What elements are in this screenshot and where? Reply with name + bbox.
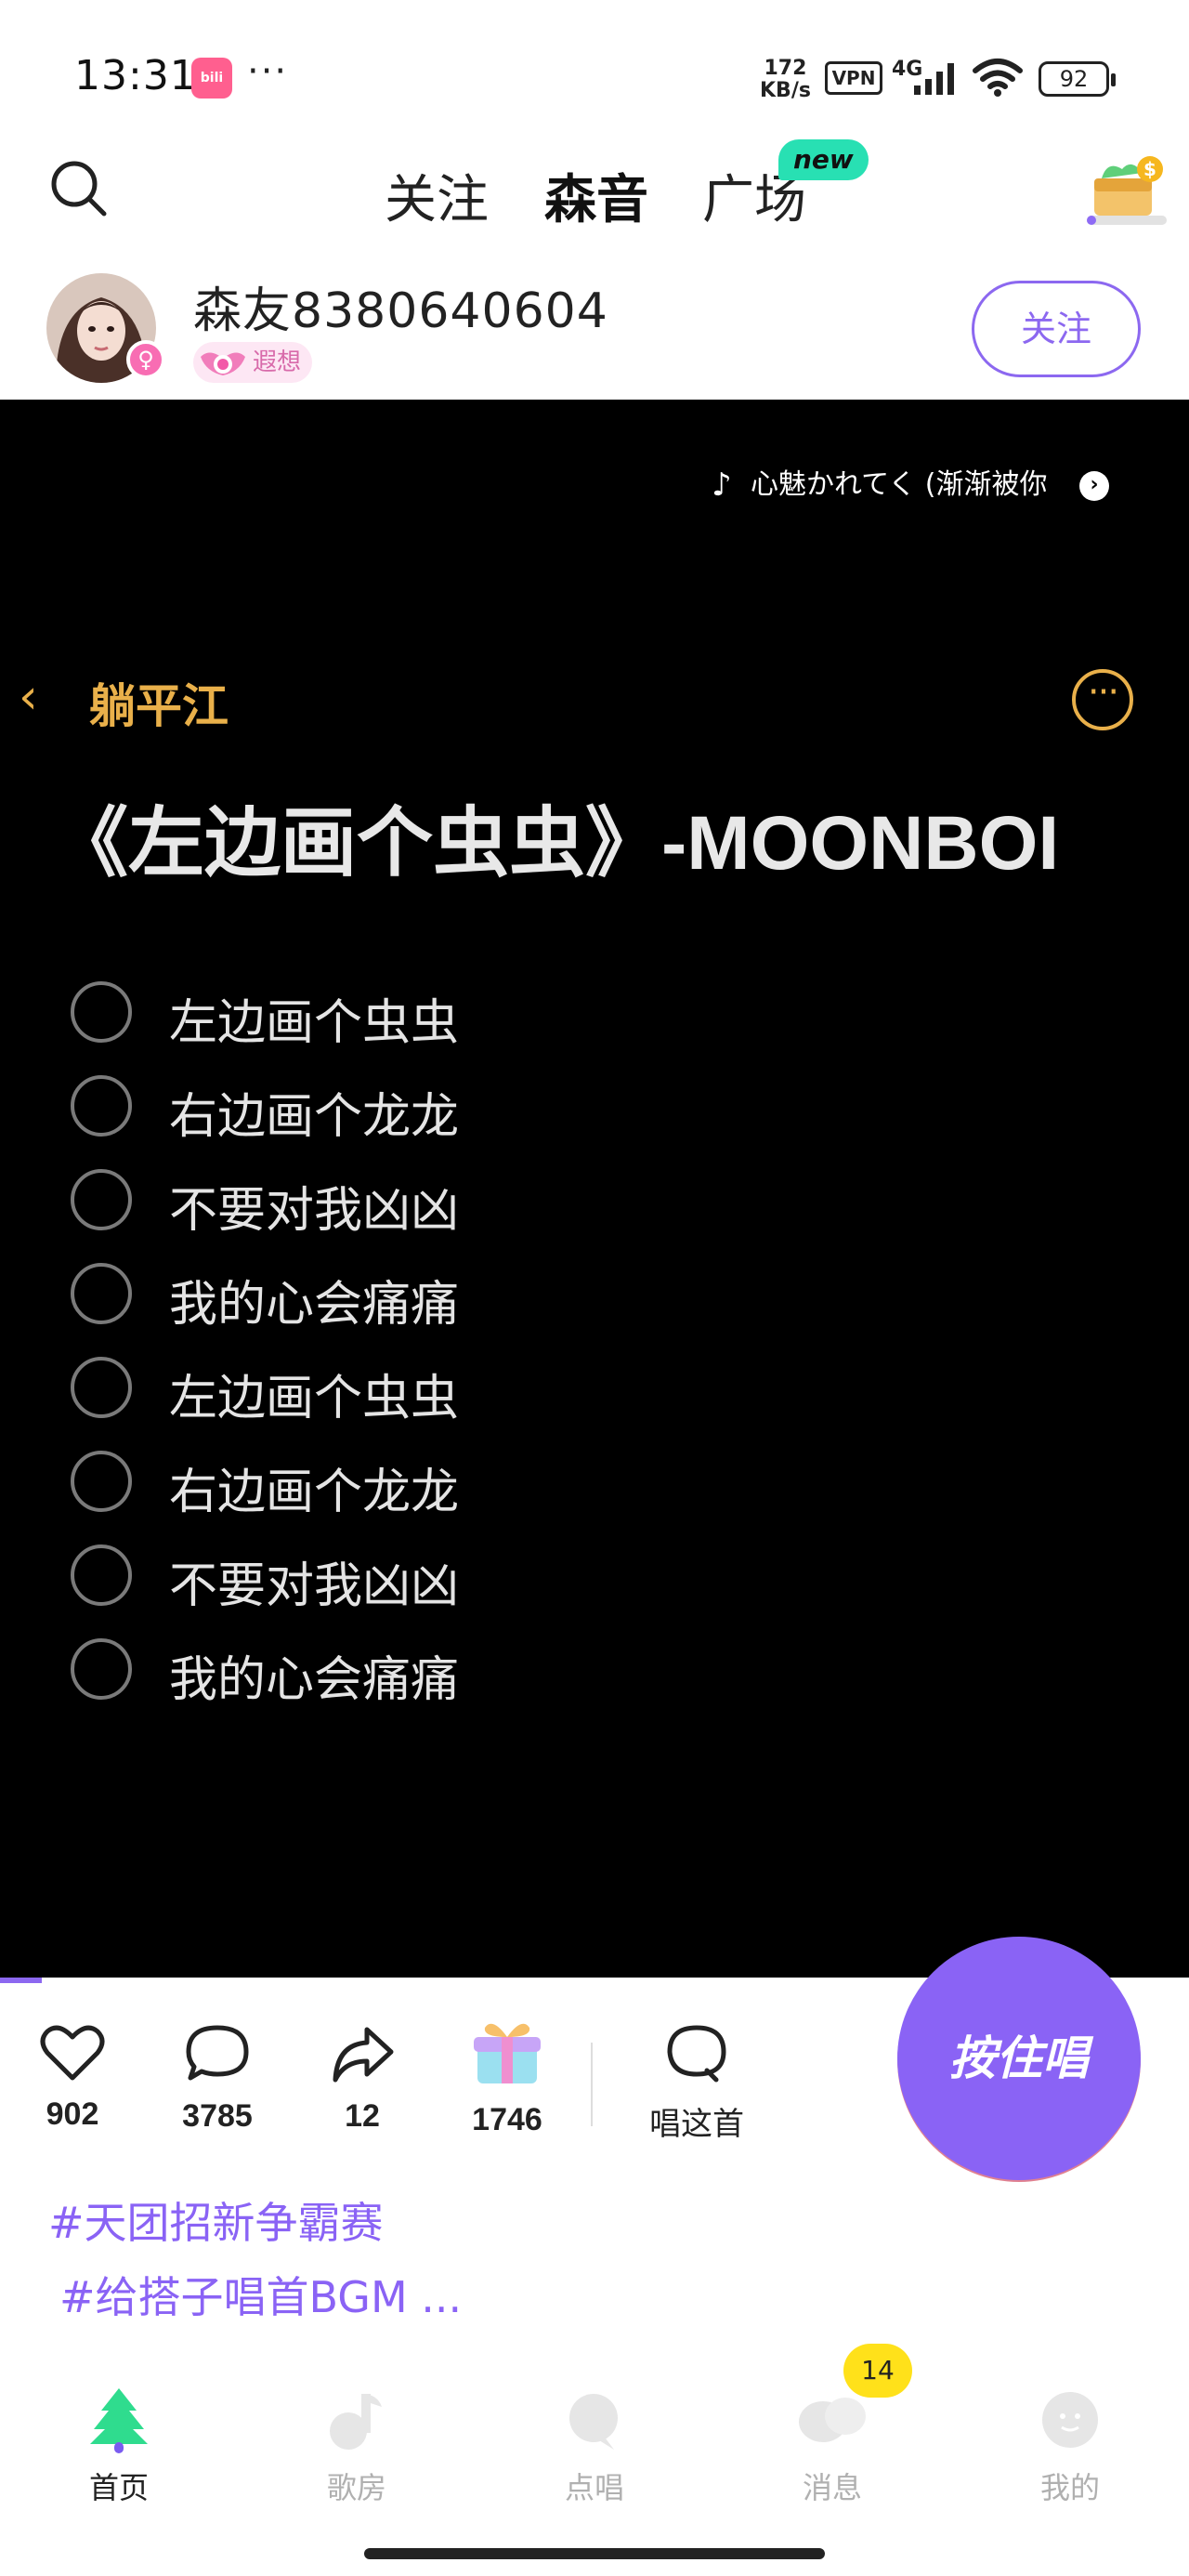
comment-button[interactable]: 3785 <box>162 1983 273 2135</box>
author-row: ♀ 森友8380640604 遐想 关注 <box>0 264 1189 400</box>
checkbox-circle-icon <box>71 1169 132 1230</box>
gift-icon <box>474 2023 541 2083</box>
tree-icon <box>90 2388 148 2453</box>
video-heading: 《左边画个虫虫》-MOONBOI <box>52 801 1060 886</box>
status-time: 13:31 <box>74 52 197 99</box>
like-count: 902 <box>46 2096 99 2132</box>
video-back-chevron-icon: ‹ <box>19 669 38 725</box>
network-speed: 172 KB/s <box>760 58 811 102</box>
checkbox-circle-icon <box>71 981 132 1043</box>
music-tag[interactable]: ♪ 心魅かれてく (渐渐被你 › <box>712 459 1120 511</box>
battery-icon: 92 <box>1039 61 1116 97</box>
network-speed-unit: KB/s <box>760 79 811 102</box>
cell-signal-icon <box>914 63 954 95</box>
heart-icon <box>40 2025 105 2081</box>
video-player[interactable]: ♪ 心魅かれてく (渐渐被你 › ‹ 躺平江 ··· 《左边画个虫虫》-MOON… <box>0 400 1189 1979</box>
mic-bubble-icon <box>569 2394 618 2450</box>
nav-home-label: 首页 <box>88 2470 149 2505</box>
nav-home[interactable]: 首页 <box>45 2360 193 2507</box>
lyric-text: 我的心会痛痛 <box>169 1652 460 1708</box>
checkbox-circle-icon <box>71 1638 132 1700</box>
action-bar: 902 3785 12 1746 唱这首 按住唱 <box>0 1937 1189 2180</box>
sing-this-label: 唱这首 <box>649 2107 744 2142</box>
lyric-text: 左边画个虫虫 <box>169 1371 460 1426</box>
chat-bubbles-icon <box>799 2398 866 2442</box>
divider <box>591 2043 593 2126</box>
level-badge: 遐想 <box>193 342 313 383</box>
bottom-nav: 首页 歌房 点唱 消息 我的 <box>0 2360 1189 2509</box>
follow-button[interactable]: 关注 <box>972 281 1141 377</box>
tab-senyin[interactable]: 森音 <box>544 158 648 233</box>
gift-count: 1746 <box>472 2102 542 2137</box>
chevron-right-icon: › <box>1079 471 1109 501</box>
lyric-text: 不要对我凶凶 <box>169 1558 460 1614</box>
nav-profile-label: 我的 <box>1039 2470 1100 2505</box>
share-icon <box>333 2027 394 2083</box>
comment-count: 3785 <box>182 2098 253 2134</box>
like-button[interactable]: 902 <box>17 1983 128 2133</box>
checkbox-circle-icon <box>71 1544 132 1606</box>
checkbox-circle-icon <box>71 1263 132 1324</box>
lyric-text: 我的心会痛痛 <box>169 1277 460 1333</box>
music-note-icon <box>330 2394 382 2450</box>
comment-icon <box>186 2025 249 2081</box>
level-label: 遐想 <box>253 348 302 376</box>
lyric-text: 不要对我凶凶 <box>169 1183 460 1239</box>
video-more-icon: ··· <box>1072 669 1133 730</box>
sing-this-button[interactable]: 唱这首 <box>622 1983 771 2144</box>
status-more-indicator: ··· <box>247 50 289 93</box>
hold-to-sing-button[interactable]: 按住唱 <box>897 1937 1141 2180</box>
lyric-text: 右边画个龙龙 <box>169 1089 460 1145</box>
gender-female-icon: ♀ <box>126 340 165 379</box>
music-note-icon: ♪ <box>712 467 732 504</box>
messages-badge: 14 <box>843 2344 912 2398</box>
level-wings-icon <box>201 352 245 375</box>
checkbox-circle-icon <box>71 1451 132 1512</box>
wifi-icon <box>973 59 1023 97</box>
lyric-text: 左边画个虫虫 <box>169 995 460 1051</box>
share-count: 12 <box>345 2098 380 2134</box>
gift-button[interactable]: 1746 <box>451 1983 563 2138</box>
video-back-label: 躺平江 <box>89 679 229 733</box>
vpn-icon: VPN <box>825 61 882 95</box>
home-indicator <box>364 2548 825 2559</box>
music-title: 心魅かれてく (渐渐被你 <box>751 468 1048 501</box>
lyric-text: 右边画个龙龙 <box>169 1465 460 1520</box>
profile-face-icon <box>1042 2392 1098 2448</box>
nav-messages-label: 消息 <box>802 2470 862 2505</box>
share-button[interactable]: 12 <box>307 1983 418 2135</box>
bilibili-app-icon: bili <box>191 58 232 99</box>
nav-request-label: 点唱 <box>564 2470 624 2505</box>
nav-profile[interactable]: 我的 <box>996 2360 1144 2507</box>
new-badge: new <box>778 139 869 180</box>
network-speed-value: 172 <box>764 57 807 80</box>
svg-text:$: $ <box>1143 158 1156 180</box>
tab-follow[interactable]: 关注 <box>385 158 489 233</box>
hashtag-link[interactable]: #给搭子唱首BGM ... <box>59 2264 462 2325</box>
checkbox-circle-icon <box>71 1075 132 1137</box>
status-bar: 13:31 bili ··· 172 KB/s VPN 4G 92 <box>0 0 1189 139</box>
checkbox-circle-icon <box>71 1357 132 1418</box>
author-name[interactable]: 森友8380640604 <box>193 271 608 341</box>
nav-request[interactable]: 点唱 <box>520 2360 669 2507</box>
nav-song-room-label: 歌房 <box>326 2470 386 2505</box>
sing-bubble-icon <box>667 2025 726 2083</box>
top-nav: 关注 森音 广场 new $ <box>0 139 1189 260</box>
hashtag-link[interactable]: #天团招新争霸赛 <box>48 2189 384 2251</box>
treasure-progress <box>1087 216 1167 225</box>
nav-song-room[interactable]: 歌房 <box>282 2360 431 2507</box>
search-icon[interactable] <box>46 156 111 221</box>
